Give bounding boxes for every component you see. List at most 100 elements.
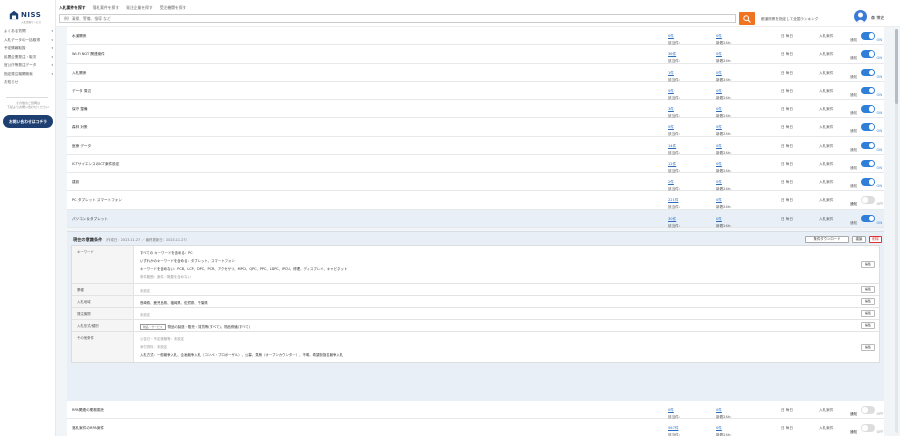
notify-toggle[interactable]: 通知 OFF [850,423,884,434]
notify-toggle[interactable]: 通知 ON [850,104,884,115]
new-count-link[interactable]: 0件 [716,34,722,38]
sidebar-item[interactable]: 官公庁等発注データ ▾ [4,61,54,70]
toggle-track[interactable] [861,123,875,131]
condition-name[interactable]: 医療 データ [72,144,91,149]
new-count-link[interactable]: 0件 [716,198,722,202]
total-count-link[interactable]: 30件 [668,217,676,221]
toggle-track[interactable] [861,196,875,204]
toggle-knob[interactable] [868,69,874,75]
notify-toggle[interactable]: 通知 ON [850,214,884,225]
new-count-link[interactable]: 0件 [716,89,722,93]
total-count-link[interactable]: 0件 [668,34,674,38]
condition-row[interactable]: 保守 整備 該当件： 3件 新着24h： 0件 日 毎日 入札案件 通知 ON [67,100,884,119]
total-count-link[interactable]: 0件 [668,125,674,129]
condition-row[interactable]: PC タブレット スマートフォン 該当件： 221件 新着24h： 0件 日 毎日 入札案件… [67,191,884,210]
notify-toggle[interactable]: 通知 OFF [850,195,884,206]
toggle-track[interactable] [861,68,875,76]
condition-name[interactable]: 入札関係 [72,71,86,76]
search-input[interactable] [60,15,735,22]
condition-name[interactable]: 水道関係 [72,34,86,39]
sidebar-item[interactable]: 入札データの一括取得 ▾ [4,36,54,45]
new-count-link[interactable]: 0件 [716,144,722,148]
total-count-link[interactable]: 3件 [668,107,674,111]
toggle-track[interactable] [861,86,875,95]
new-count-link[interactable]: 0件 [716,71,722,75]
toggle-knob[interactable] [868,142,874,148]
new-count-link[interactable]: 0件 [716,162,722,166]
toggle-knob[interactable] [868,179,874,185]
total-count-link[interactable]: 36件 [668,52,676,56]
toggle-knob[interactable] [868,160,874,167]
sidebar-item[interactable]: 民間企業発注・取次 ▾ [4,53,54,62]
delete-condition-button[interactable]: 削除 [869,236,882,243]
condition-name[interactable]: パソコン＆タブレット [72,217,108,222]
total-count-link[interactable]: 12件 [668,162,676,166]
notify-toggle[interactable]: 通知 ON [850,68,884,79]
condition-row[interactable]: データ 周辺 該当件： 5件 新着24h： 0件 日 毎日 入札案件 通知 ON [67,81,884,100]
condition-row[interactable]: 医療 データ 該当件： 14件 新着24h： 0件 日 毎日 入札案件 通知 ON [67,136,884,155]
condition-name[interactable]: 落札案件のRPA案件 [72,426,104,431]
condition-row[interactable]: 落札案件のRPA案件 該当件： 567件 新着24h： 0件 日 毎日 入札案件 通知 OFF [67,419,884,436]
condition-name[interactable]: 保守 整備 [72,107,88,112]
edit-button[interactable]: 編集 [861,286,875,293]
sidebar-item[interactable]: 予定情報取扱 ▾ [4,44,54,53]
download-condition-button[interactable]: 条件ダウンロード [805,236,849,243]
condition-row[interactable]: Wi-Fi NGT 関連案件 該当件： 36件 新着24h： 0件 日 毎日 入札案件 通知 O… [67,45,884,64]
new-count-link[interactable]: 0件 [716,408,722,412]
toggle-track[interactable] [861,105,875,113]
toggle-knob[interactable] [868,124,874,130]
condition-row[interactable]: 入札関係 該当件： 1件 新着24h： 0件 日 毎日 入札案件 通知 ON [67,63,884,82]
condition-row[interactable]: パソコン＆タブレット 該当件： 30件 新着24h： 0件 日 毎日 入札案件 通知 ON [67,209,884,228]
toggle-knob[interactable] [862,425,868,431]
condition-row[interactable]: 森林 対策 該当件： 0件 新着24h： 0件 日 毎日 入札案件 通知 ON [67,118,884,137]
toggle-knob[interactable] [862,197,868,203]
toggle-track[interactable] [861,178,875,186]
notify-toggle[interactable]: 通知 ON [850,177,884,188]
tab-1[interactable]: 入札案件を探す [59,5,86,11]
new-count-link[interactable]: 0件 [716,107,722,111]
user-name[interactable]: 森 博史 [871,15,884,21]
sidebar-item[interactable]: 指定発注機関検索 ▾ [4,70,54,79]
condition-row[interactable]: ICTサイエンスのICT案件設定 該当件： 12件 新着24h： 0件日 毎日 入札案件通… [67,154,884,173]
copy-condition-button[interactable]: 複製 [852,236,866,243]
condition-row[interactable]: RPA関連の業務委託 該当件： 0件 新着24h： 0件 日 毎日 入札案件 通知 OFF [67,401,884,420]
notify-toggle[interactable]: 通知 ON [850,49,884,60]
total-count-link[interactable]: 1件 [668,71,674,75]
total-count-link[interactable]: 221件 [668,198,678,202]
toggle-track[interactable] [861,141,875,149]
tab-2[interactable]: 落札案件を探す [93,5,120,11]
toggle-track[interactable] [861,159,875,168]
condition-name[interactable]: 森林 対策 [72,125,88,130]
condition-name[interactable]: データ 周辺 [72,89,91,94]
edit-button[interactable]: 編集 [861,343,875,351]
new-count-link[interactable]: 0件 [716,52,722,56]
new-count-link[interactable]: 0件 [716,426,722,430]
toggle-track[interactable] [861,424,875,432]
condition-name[interactable]: Wi-Fi NGT 関連案件 [72,52,105,57]
condition-name[interactable]: ICTサイエンスのICT案件設定 [72,162,119,167]
toggle-track[interactable] [861,406,875,414]
contact-button[interactable]: お問い合わせはコチラ [3,115,53,128]
toggle-knob[interactable] [868,106,874,112]
notify-toggle[interactable]: 通知 ON [850,141,884,152]
condition-name[interactable]: 建設 [72,180,79,185]
tab-4[interactable]: 受注機関を探す [160,5,187,11]
toggle-knob[interactable] [868,215,874,221]
toggle-knob[interactable] [868,51,874,57]
notify-toggle[interactable]: 通知 ON [850,86,884,97]
edit-button[interactable]: 編集 [861,298,875,305]
toggle-knob[interactable] [868,87,874,94]
toggle-track[interactable] [861,214,875,222]
sidebar-item[interactable]: お知らせ [4,78,54,87]
condition-name[interactable]: RPA関連の業務委託 [72,408,104,413]
total-count-link[interactable]: 567件 [668,426,678,430]
new-count-link[interactable]: 0件 [716,125,722,129]
edit-button[interactable]: 編集 [861,261,875,268]
edit-button[interactable]: 編集 [861,310,875,317]
toggle-knob[interactable] [868,33,874,39]
notify-toggle[interactable]: 通知 ON [850,122,884,133]
new-count-link[interactable]: 0件 [716,180,722,184]
tab-3[interactable]: 発注企業を探す [126,5,153,11]
notify-toggle[interactable]: 通知 OFF [850,405,884,416]
condition-name[interactable]: PC タブレット スマートフォン [72,198,122,203]
